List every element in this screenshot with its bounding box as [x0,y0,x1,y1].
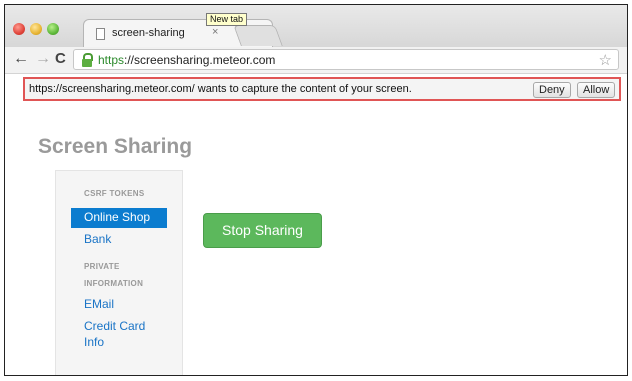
address-bar[interactable]: https://screensharing.meteor.com ☆ [73,49,619,70]
sidebar-item-online-shop[interactable]: Online Shop [71,208,167,228]
page-title: Screen Sharing [38,135,193,158]
back-arrow-icon[interactable]: ← [13,50,29,68]
infobar-message: https://screensharing.meteor.com/ wants … [29,83,412,95]
bookmark-star-icon[interactable]: ☆ [599,51,612,69]
zoom-window-icon[interactable] [47,23,59,35]
minimize-window-icon[interactable] [30,23,42,35]
close-tab-icon[interactable]: × [212,26,218,38]
new-tab-tooltip: New tab [206,13,248,26]
sidebar-item-bank[interactable]: Bank [84,232,111,246]
stop-sharing-button[interactable]: Stop Sharing [203,213,322,248]
screen-capture-infobar: https://screensharing.meteor.com/ wants … [23,77,621,101]
reload-icon[interactable]: C [55,50,66,67]
url-text[interactable]: https://screensharing.meteor.com [98,53,275,67]
browser-toolbar: ← → C https://screensharing.meteor.com ☆ [5,47,627,74]
new-tab-button[interactable] [233,25,283,46]
close-window-icon[interactable] [13,23,25,35]
forward-arrow-icon[interactable]: → [35,50,51,68]
allow-button[interactable]: Allow [577,82,616,98]
page-icon [96,28,105,40]
url-scheme: https [98,53,125,67]
url-host: ://screensharing.meteor.com [124,53,276,67]
sidebar: CSRF TOKENS Online Shop Bank PRIVATE INF… [55,170,183,375]
sidebar-section-private-2: INFORMATION [84,279,144,288]
deny-button[interactable]: Deny [533,82,571,98]
sidebar-section-private-1: PRIVATE [84,262,120,271]
tab-title: screen-sharing [112,27,185,39]
sidebar-item-credit-card-1[interactable]: Credit Card [84,319,145,333]
tab-strip: screen-sharing × New tab [5,5,627,47]
sidebar-section-csrf: CSRF TOKENS [84,189,145,198]
browser-window: screen-sharing × New tab ← → C https://s… [4,4,628,376]
sidebar-item-credit-card-2[interactable]: Info [84,335,104,349]
sidebar-item-label: Online Shop [84,210,151,224]
sidebar-item-email[interactable]: EMail [84,297,114,311]
lock-icon[interactable] [82,53,93,67]
